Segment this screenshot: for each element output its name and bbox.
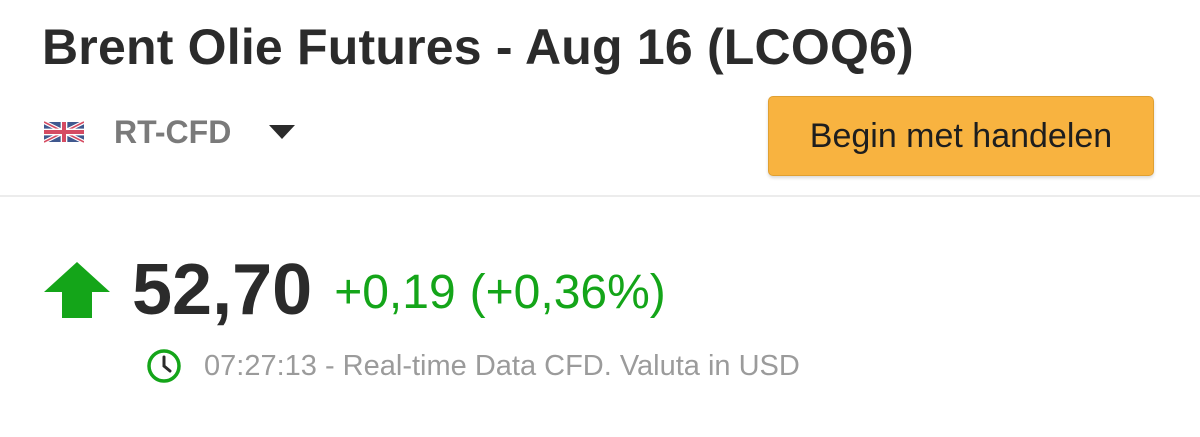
quote-meta: 07:27:13 - Real-time Data CFD. Valuta in… bbox=[146, 346, 800, 386]
page-title: Brent Olie Futures - Aug 16 (LCOQ6) bbox=[42, 19, 914, 75]
price-change: +0,19 (+0,36%) bbox=[334, 261, 666, 320]
arrow-up-icon bbox=[44, 262, 110, 318]
uk-flag-icon bbox=[44, 120, 84, 144]
quote-timestamp-text: 07:27:13 - Real-time Data CFD. Valuta in… bbox=[204, 350, 800, 383]
clock-icon bbox=[147, 349, 181, 383]
begin-trading-button[interactable]: Begin met handelen bbox=[768, 96, 1154, 176]
chevron-down-icon[interactable] bbox=[269, 125, 296, 139]
exchange-label: RT-CFD bbox=[114, 113, 232, 150]
last-price: 52,70 bbox=[132, 250, 313, 330]
price-change-value: +0,19 bbox=[334, 265, 456, 319]
data-source-description: Real-time Data CFD. Valuta in USD bbox=[342, 349, 800, 382]
quote-summary: 52,70 +0,19 (+0,36%) bbox=[44, 245, 666, 335]
section-divider bbox=[0, 195, 1200, 197]
quote-time: 07:27:13 bbox=[204, 349, 317, 382]
exchange-selector[interactable]: RT-CFD bbox=[44, 112, 296, 152]
price-change-percent: (+0,36%) bbox=[469, 265, 666, 319]
meta-separator: - bbox=[316, 349, 343, 382]
